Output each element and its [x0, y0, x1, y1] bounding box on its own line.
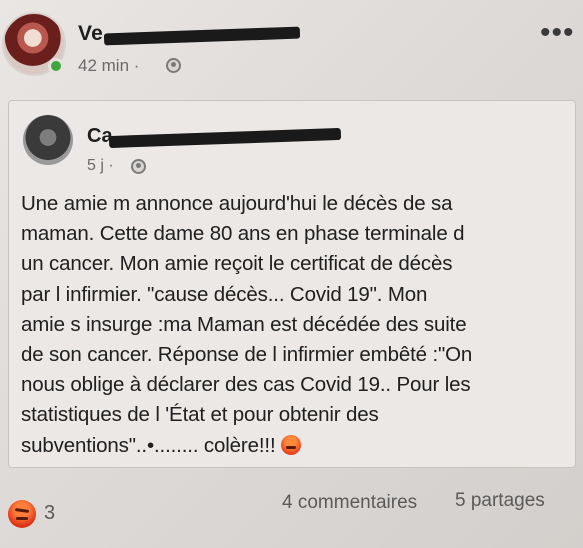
shared-author-avatar[interactable] — [23, 115, 73, 165]
post-text-line: nous oblige à déclarer des cas Covid 19.… — [21, 373, 471, 397]
post-text-line-content: subventions"..•........ colère!!! — [21, 433, 276, 457]
comments-count-link[interactable]: 4 commentaires — [282, 492, 417, 514]
post-text-line: statistiques de l 'État et pour obtenir … — [21, 403, 379, 427]
post-timestamp[interactable]: 42 min · — [78, 56, 139, 76]
more-options-icon[interactable]: ••• — [540, 18, 575, 48]
post-text-line-last: subventions"..•........ colère!!! — [21, 431, 571, 461]
post-text-line: un cancer. Mon amie reçoit le certificat… — [21, 252, 453, 276]
post-header: Ve 42 min · ••• — [0, 0, 583, 100]
globe-icon — [166, 58, 181, 73]
online-status-icon — [48, 58, 64, 74]
shared-post-card[interactable]: Ca 5 j · Une amie m annonce aujourd'hui … — [8, 100, 576, 468]
post-text-line: amie s insurge :ma Maman est décédée des… — [21, 312, 467, 336]
post-text-line: par l infirmier. "cause décès... Covid 1… — [21, 282, 428, 306]
shared-timestamp[interactable]: 5 j · — [87, 157, 114, 175]
author-name-text[interactable]: Ve — [78, 22, 103, 45]
post-footer: 3 4 commentaires 5 partages — [0, 478, 583, 548]
post-body-text: Une amie m annonce aujourd'hui le décès … — [21, 189, 571, 461]
post-text-line: Une amie m annonce aujourd'hui le décès … — [21, 192, 453, 215]
angry-emoji-icon — [281, 434, 302, 455]
angry-reaction-icon[interactable] — [8, 500, 36, 528]
post-timestamp-text[interactable]: 42 min · — [78, 56, 139, 75]
author-name[interactable]: Ve — [78, 22, 103, 46]
globe-icon — [131, 159, 146, 174]
shared-timestamp-text[interactable]: 5 j · — [87, 157, 114, 174]
redaction-mark — [103, 26, 301, 46]
post-text-line: de son cancer. Réponse de l infirmier em… — [21, 343, 473, 367]
post-text-line: maman. Cette dame 80 ans en phase termin… — [21, 222, 465, 246]
reaction-count[interactable]: 3 — [44, 502, 55, 525]
shares-count-link[interactable]: 5 partages — [455, 490, 545, 512]
shared-redaction-mark — [108, 127, 342, 149]
